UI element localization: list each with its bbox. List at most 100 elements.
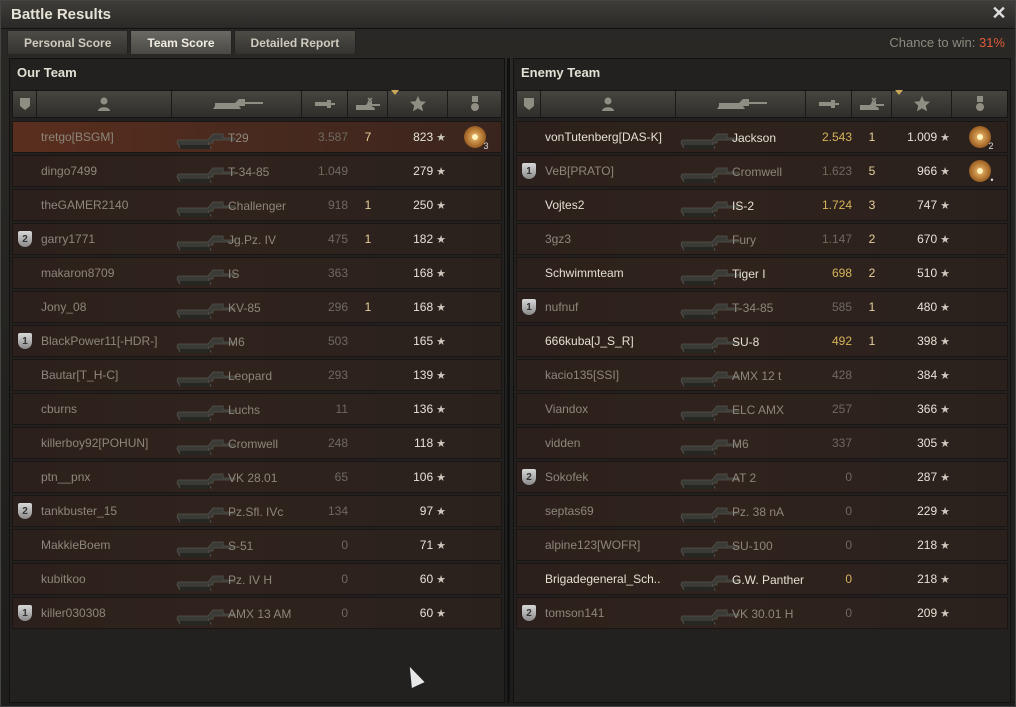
- player-row[interactable]: Viandox ELC AMX 257 366 ★: [516, 393, 1008, 425]
- tank-name: Pz. 38 nA: [732, 505, 785, 519]
- damage-icon[interactable]: [806, 91, 852, 117]
- medal-icon[interactable]: 3: [463, 126, 489, 151]
- xp-value: 305: [917, 436, 938, 450]
- kills-value: 1: [364, 300, 372, 314]
- tank-cell: Challenger: [172, 190, 302, 220]
- player-row[interactable]: 2 garry1771 Jg.Pz. IV 475 1 182 ★: [12, 223, 502, 255]
- platoon-badge-cell: [13, 156, 37, 186]
- kills-value: 1: [364, 198, 372, 212]
- player-name: kacio135[SSI]: [545, 368, 620, 382]
- player-row[interactable]: 1 killer030308 AMX 13 AM 0 60 ★: [12, 597, 502, 629]
- xp-cell: 136 ★: [388, 402, 448, 416]
- player-row[interactable]: makaron8709 IS 363 168 ★: [12, 257, 502, 289]
- player-row[interactable]: killerboy92[POHUN] Cromwell 248 118 ★: [12, 427, 502, 459]
- player-row[interactable]: tretgo[BSGM] T29 3.587 7 823 ★ 3: [12, 121, 502, 153]
- xp-value: 287: [917, 470, 938, 484]
- tank-icon: [680, 405, 740, 421]
- player-row[interactable]: theGAMER2140 Challenger 918 1 250 ★: [12, 189, 502, 221]
- player-row[interactable]: 3gz3 Fury 1.147 2 670 ★: [516, 223, 1008, 255]
- platoon-icon[interactable]: [517, 91, 541, 117]
- player-name: vidden: [545, 436, 581, 450]
- xp-cell: 966 ★: [892, 164, 952, 178]
- player-icon[interactable]: [37, 91, 172, 117]
- player-row[interactable]: 2 tankbuster_15 Pz.Sfl. IVc 134 97 ★: [12, 495, 502, 527]
- player-row[interactable]: Bautar[T_H-C] Leopard 293 139 ★: [12, 359, 502, 391]
- player-name: nufnuf: [545, 300, 579, 314]
- player-row[interactable]: Jony_08 KV-85 296 1 168 ★: [12, 291, 502, 323]
- player-row[interactable]: vidden M6 337 305 ★: [516, 427, 1008, 459]
- tank-icon: [176, 303, 236, 319]
- player-name: makaron8709: [41, 266, 115, 280]
- player-row[interactable]: 2 tomson141 VK 30.01 H 0 209 ★: [516, 597, 1008, 629]
- star-icon: ★: [940, 404, 950, 416]
- tank-icon[interactable]: [172, 91, 302, 117]
- player-row[interactable]: kubitkoo Pz. IV H 0 60 ★: [12, 563, 502, 595]
- star-icon: ★: [940, 574, 950, 586]
- xp-icon[interactable]: [388, 90, 448, 117]
- player-row[interactable]: ptn__pnx VK 28.01 65 106 ★: [12, 461, 502, 493]
- player-row[interactable]: Brigadegeneral_Sch.. G.W. Panther 0 218 ★: [516, 563, 1008, 595]
- tank-cell: Cromwell: [676, 156, 806, 186]
- tank-name: SU-100: [732, 539, 773, 553]
- player-name: septas69: [545, 504, 594, 518]
- player-row[interactable]: 666kuba[J_S_R] SU-8 492 1 398 ★: [516, 325, 1008, 357]
- tank-icon: [176, 235, 236, 251]
- tab-team-score[interactable]: Team Score: [130, 30, 232, 54]
- platoon-badge-cell: 1: [13, 326, 37, 356]
- medal-count: 2: [988, 141, 994, 151]
- player-row[interactable]: 1 VeB[PRATO] Cromwell 1.623 5 966 ★ •: [516, 155, 1008, 187]
- player-row[interactable]: dingo7499 T-34-85 1.049 279 ★: [12, 155, 502, 187]
- medal-column-icon[interactable]: [952, 91, 1007, 117]
- tank-cell: AMX 12 t: [676, 360, 806, 390]
- chance-value: 31%: [978, 35, 1005, 50]
- player-row[interactable]: cburns Luchs 11 136 ★: [12, 393, 502, 425]
- medal-icon[interactable]: •: [968, 160, 994, 185]
- player-row[interactable]: Schwimmteam Tiger I 698 2 510 ★: [516, 257, 1008, 289]
- damage-icon[interactable]: [302, 91, 348, 117]
- player-row[interactable]: 1 nufnuf T-34-85 585 1 480 ★: [516, 291, 1008, 323]
- player-row[interactable]: 1 BlackPower11[-HDR-] M6 503 165 ★: [12, 325, 502, 357]
- star-icon: ★: [436, 268, 446, 280]
- xp-cell: 747 ★: [892, 198, 952, 212]
- platoon-icon[interactable]: [13, 91, 37, 117]
- damage-value: 918: [327, 198, 348, 212]
- star-icon: ★: [436, 472, 446, 484]
- platoon-badge-cell: [13, 258, 37, 288]
- tank-name: S-51: [228, 539, 254, 553]
- our-team-title: Our Team: [17, 65, 77, 80]
- platoon-badge-cell: [13, 462, 37, 492]
- xp-icon[interactable]: [892, 90, 952, 117]
- close-icon[interactable]: ✕: [989, 3, 1009, 23]
- player-row[interactable]: kacio135[SSI] AMX 12 t 428 384 ★: [516, 359, 1008, 391]
- tank-icon[interactable]: [676, 91, 806, 117]
- medal-cell: 2: [952, 126, 1007, 151]
- player-row[interactable]: vonTutenberg[DAS-K] Jackson 2.543 1 1.009 ★ 2: [516, 121, 1008, 153]
- kills-icon[interactable]: [348, 91, 388, 117]
- player-row[interactable]: alpine123[WOFR] SU-100 0 218 ★: [516, 529, 1008, 561]
- tab-personal-score[interactable]: Personal Score: [7, 30, 129, 54]
- tank-cell: SU-100: [676, 530, 806, 560]
- platoon-badge-cell: [13, 394, 37, 424]
- medal-column-icon[interactable]: [448, 91, 501, 117]
- platoon-badge-cell: [13, 530, 37, 560]
- player-icon[interactable]: [541, 91, 676, 117]
- tank-cell: Leopard: [172, 360, 302, 390]
- platoon-badge-cell: 1: [13, 598, 37, 628]
- player-row[interactable]: septas69 Pz. 38 nA 0 229 ★: [516, 495, 1008, 527]
- star-icon: ★: [940, 268, 950, 280]
- player-row[interactable]: 2 Sokofek AT 2 0 287 ★: [516, 461, 1008, 493]
- xp-cell: 139 ★: [388, 368, 448, 382]
- sort-indicator: [895, 90, 903, 95]
- platoon-badge-cell: 2: [13, 496, 37, 526]
- player-row[interactable]: MakkieBoem S-51 0 71 ★: [12, 529, 502, 561]
- platoon-badge-cell: [517, 428, 541, 458]
- xp-cell: 168 ★: [388, 300, 448, 314]
- player-name: Brigadegeneral_Sch..: [545, 572, 661, 586]
- xp-value: 168: [413, 266, 434, 280]
- tab-detailed-report[interactable]: Detailed Report: [233, 30, 357, 54]
- tank-name: SU-8: [732, 335, 760, 349]
- kills-icon[interactable]: [852, 91, 892, 117]
- medal-icon[interactable]: 2: [968, 126, 994, 151]
- player-row[interactable]: Vojtes2 IS-2 1.724 3 747 ★: [516, 189, 1008, 221]
- damage-value: 0: [845, 606, 852, 620]
